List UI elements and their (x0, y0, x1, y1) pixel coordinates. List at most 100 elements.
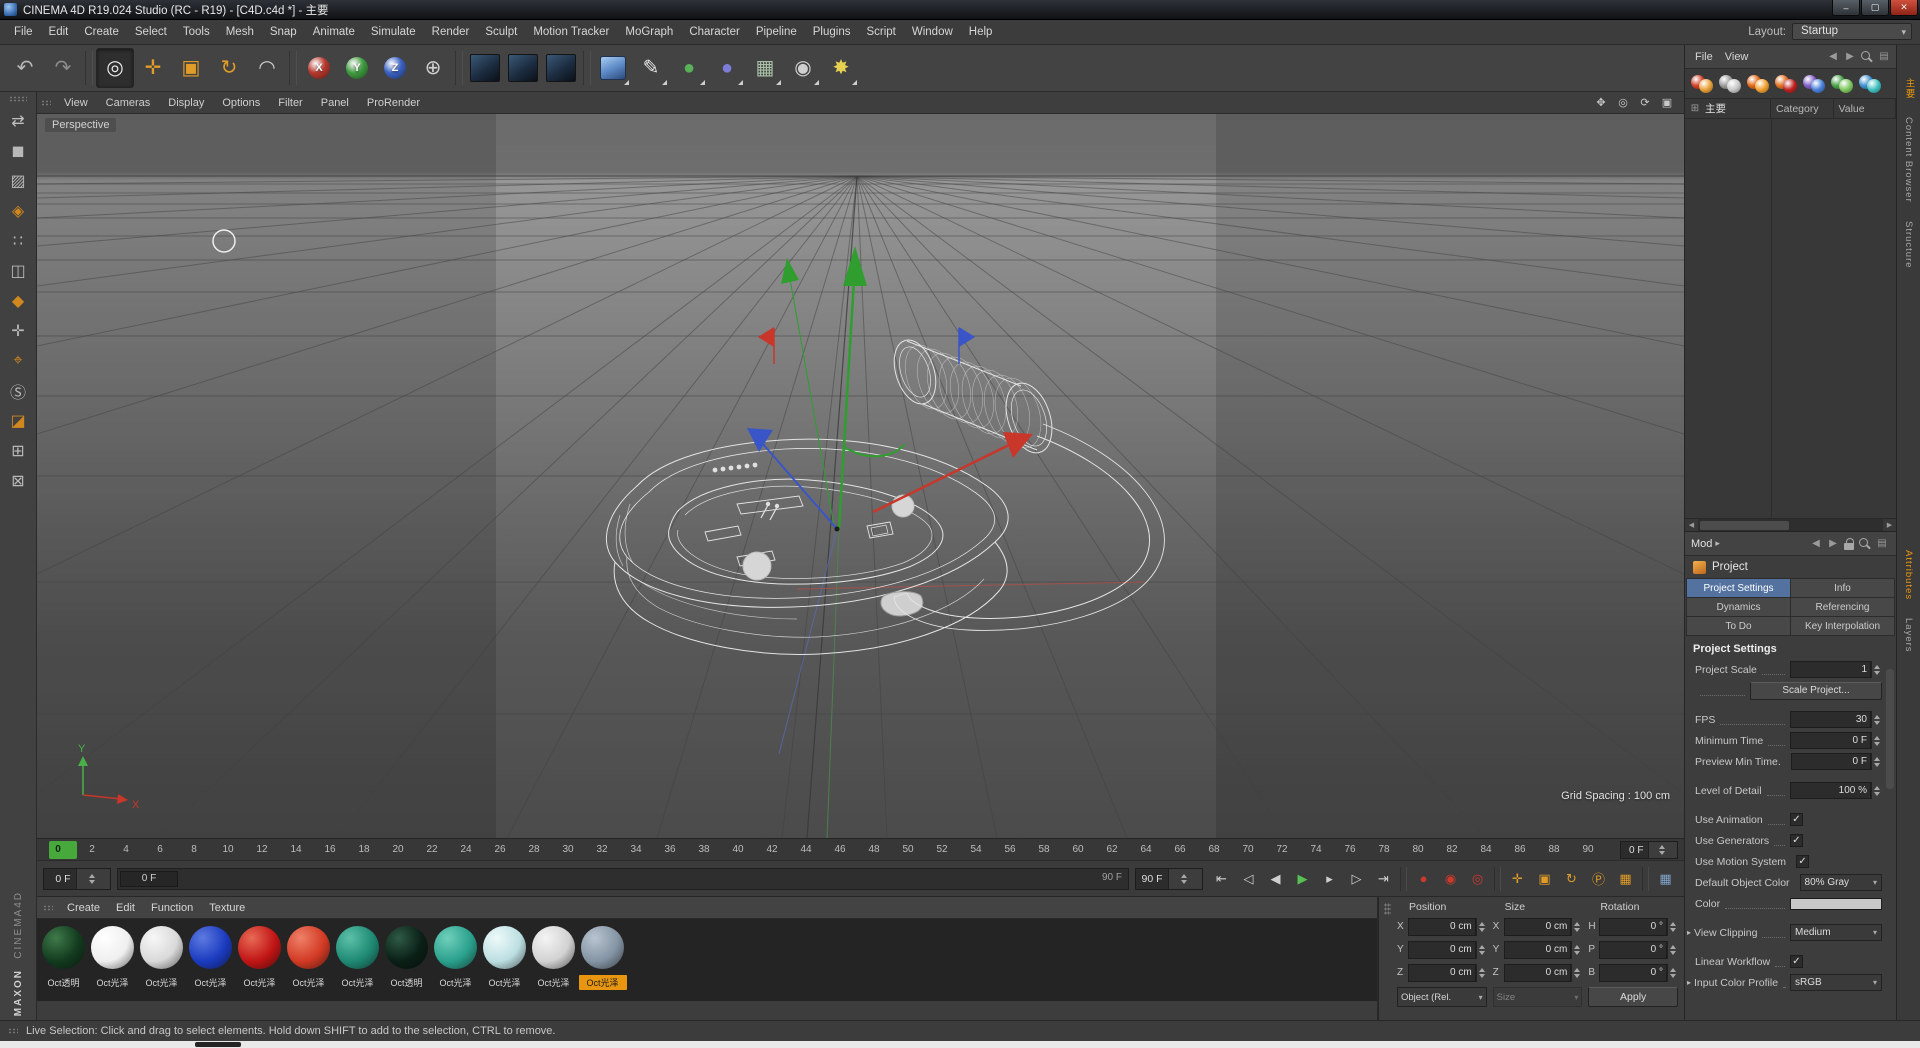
menubar-item-sculpt[interactable]: Sculpt (477, 23, 525, 41)
add-generator-button[interactable]: ● (670, 48, 708, 88)
menubar-item-mesh[interactable]: Mesh (218, 23, 262, 41)
tree-root-item[interactable]: ⊞ 主要 (1685, 99, 1771, 118)
stepper-control[interactable] (1667, 940, 1679, 959)
number-input[interactable]: 0 F (1790, 753, 1871, 770)
material-item[interactable]: Oct光泽 (137, 923, 186, 1001)
menubar-item-plugins[interactable]: Plugins (805, 23, 859, 41)
menubar-item-pipeline[interactable]: Pipeline (748, 23, 805, 41)
browser-tree-body[interactable] (1685, 119, 1896, 519)
timeline-slider-handle[interactable]: 0 F (120, 870, 178, 887)
ruler-tick-88[interactable]: 88 (1548, 844, 1559, 855)
ruler-tick-54[interactable]: 54 (970, 844, 981, 855)
coord-input[interactable]: 0 cm (1503, 963, 1572, 982)
taskbar-item[interactable] (195, 1042, 241, 1047)
coord-input[interactable]: 0 ° (1599, 940, 1668, 959)
ruler-tick-16[interactable]: 16 (324, 844, 335, 855)
history-back-icon[interactable]: ◀ (1810, 538, 1822, 549)
browser-menu-file[interactable]: File (1689, 49, 1719, 65)
scrollbar-thumb[interactable] (1700, 520, 1789, 530)
record-pla-toggle[interactable]: ▦ (1613, 866, 1638, 891)
stepper-control[interactable] (1647, 842, 1677, 858)
octane-spheres-blue-icon[interactable] (1858, 73, 1882, 95)
live-selection-tool[interactable]: ◎ (96, 48, 134, 88)
octane-material-icon[interactable] (1690, 73, 1714, 95)
menubar-item-tools[interactable]: Tools (175, 23, 218, 41)
stepper-control[interactable] (1475, 917, 1487, 936)
material-item[interactable]: Oct光泽 (235, 923, 284, 1001)
close-button[interactable]: ✕ (1890, 0, 1918, 16)
ruler-tick-24[interactable]: 24 (460, 844, 471, 855)
end-frame-field[interactable]: 90 F (1135, 867, 1203, 890)
coordinate-system-button[interactable]: ⊕ (414, 48, 452, 88)
snap-settings-button[interactable]: ⊠ (2, 466, 34, 496)
goto-next-frame-button[interactable]: ▸ (1317, 866, 1342, 891)
lock-icon[interactable] (1844, 537, 1854, 550)
add-environment-button[interactable]: ▦ (746, 48, 784, 88)
coord-input[interactable]: 0 ° (1599, 917, 1668, 936)
stepper-control[interactable] (1571, 940, 1583, 959)
rotate-tool[interactable]: ↻ (210, 48, 248, 88)
layout-dropdown[interactable]: Startup ▾ (1792, 23, 1912, 40)
menubar-item-render[interactable]: Render (424, 23, 478, 41)
material-item[interactable]: Oct光泽 (284, 923, 333, 1001)
ruler-tick-12[interactable]: 12 (256, 844, 267, 855)
z-axis-arrow[interactable] (747, 428, 773, 452)
paint-tool-button[interactable]: ◪ (2, 406, 34, 436)
octane-tool-icon[interactable] (1718, 73, 1742, 95)
ruler-tick-2[interactable]: 2 (89, 844, 95, 855)
stepper-control[interactable] (1871, 711, 1882, 728)
add-primitive-button[interactable] (594, 48, 632, 88)
ruler-tick-14[interactable]: 14 (290, 844, 301, 855)
scroll-left-icon[interactable]: ◀ (1685, 519, 1698, 531)
record-keyframe-button[interactable]: ● (1411, 866, 1436, 891)
octane-spheres-purple-icon[interactable] (1802, 73, 1826, 95)
ruler-tick-44[interactable]: 44 (800, 844, 811, 855)
add-deformer-button[interactable]: ● (708, 48, 746, 88)
viewport-3d-scene[interactable]: Y X (37, 114, 1684, 838)
checkbox[interactable]: ✓ (1796, 855, 1810, 868)
dropdown[interactable]: sRGB ▾ (1790, 974, 1882, 991)
goto-start-button[interactable]: ⇤ (1209, 866, 1234, 891)
color-swatch[interactable] (1790, 897, 1882, 910)
goto-end-button[interactable]: ⇥ (1371, 866, 1396, 891)
column-header-category[interactable]: Category (1771, 99, 1834, 118)
viewport-menu-view[interactable]: View (55, 95, 97, 111)
viewport-menu-panel[interactable]: Panel (312, 95, 358, 111)
coord-mode-dropdown[interactable]: Size ▾ (1492, 987, 1583, 1007)
scale-project-button[interactable]: Scale Project... (1750, 681, 1882, 700)
lock-x-axis-button[interactable]: X (300, 48, 338, 88)
ruler-tick-34[interactable]: 34 (630, 844, 641, 855)
ruler-tick-32[interactable]: 32 (596, 844, 607, 855)
lock-y-axis-button[interactable]: Y (338, 48, 376, 88)
menubar-item-create[interactable]: Create (76, 23, 127, 41)
strip-tab-structure[interactable]: Structure (1901, 216, 1916, 274)
checkbox[interactable]: ✓ (1790, 834, 1803, 847)
timeline-ruler[interactable]: 0 F 0 2 4 6 8 10 12 14 16 18 20 22 24 26 28 30 32 34 36 38 4… (37, 838, 1684, 861)
octane-spheres-green-icon[interactable] (1830, 73, 1854, 95)
stepper-control[interactable] (1871, 661, 1882, 678)
ruler-tick-6[interactable]: 6 (157, 844, 163, 855)
toggle-view-icon[interactable]: ▣ (1658, 95, 1676, 111)
column-header-value[interactable]: Value (1834, 99, 1896, 118)
coord-input[interactable]: 0 cm (1408, 963, 1476, 982)
ruler-tick-60[interactable]: 60 (1072, 844, 1083, 855)
nav-back-icon[interactable]: ◀ (1827, 51, 1839, 62)
viewport-solo-button[interactable]: Ⓢ (2, 376, 34, 406)
panel-menu-icon[interactable]: ▤ (1876, 538, 1888, 549)
ruler-tick-46[interactable]: 46 (834, 844, 845, 855)
ruler-tick-58[interactable]: 58 (1038, 844, 1049, 855)
menubar-item-select[interactable]: Select (127, 23, 175, 41)
lock-z-axis-button[interactable]: Z (376, 48, 414, 88)
menubar-item-simulate[interactable]: Simulate (363, 23, 424, 41)
view-label[interactable]: Perspective (45, 118, 117, 132)
stepper-control[interactable] (1571, 917, 1583, 936)
ruler-tick-10[interactable]: 10 (222, 844, 233, 855)
viewport-menu-prorender[interactable]: ProRender (358, 95, 429, 111)
menubar-item-help[interactable]: Help (961, 23, 1001, 41)
material-item[interactable]: Oct光泽 (333, 923, 382, 1001)
ruler-tick-42[interactable]: 42 (766, 844, 777, 855)
ruler-tick-90[interactable]: 90 (1582, 844, 1593, 855)
history-forward-icon[interactable]: ▶ (1827, 538, 1839, 549)
material-item[interactable]: Oct光泽 (431, 923, 480, 1001)
stepper-control[interactable] (1475, 940, 1487, 959)
